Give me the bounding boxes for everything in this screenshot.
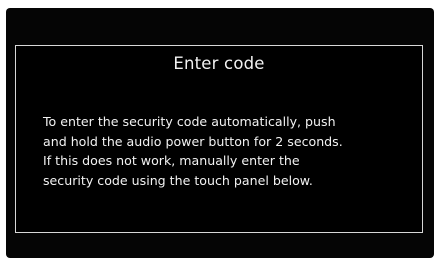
message-line: To enter the security code automatically… [43, 114, 336, 129]
dialog-message: To enter the security code automatically… [43, 112, 415, 190]
message-line: and hold the audio power button for 2 se… [43, 133, 343, 149]
message-line: security code using the touch panel belo… [43, 172, 313, 188]
enter-code-dialog: Enter code To enter the security code au… [15, 45, 423, 233]
display-screen: Enter code To enter the security code au… [6, 8, 434, 258]
dialog-title: Enter code [173, 54, 265, 73]
message-line: If this does not work, manually enter th… [43, 153, 300, 168]
screen-frame: Enter code To enter the security code au… [0, 0, 440, 266]
